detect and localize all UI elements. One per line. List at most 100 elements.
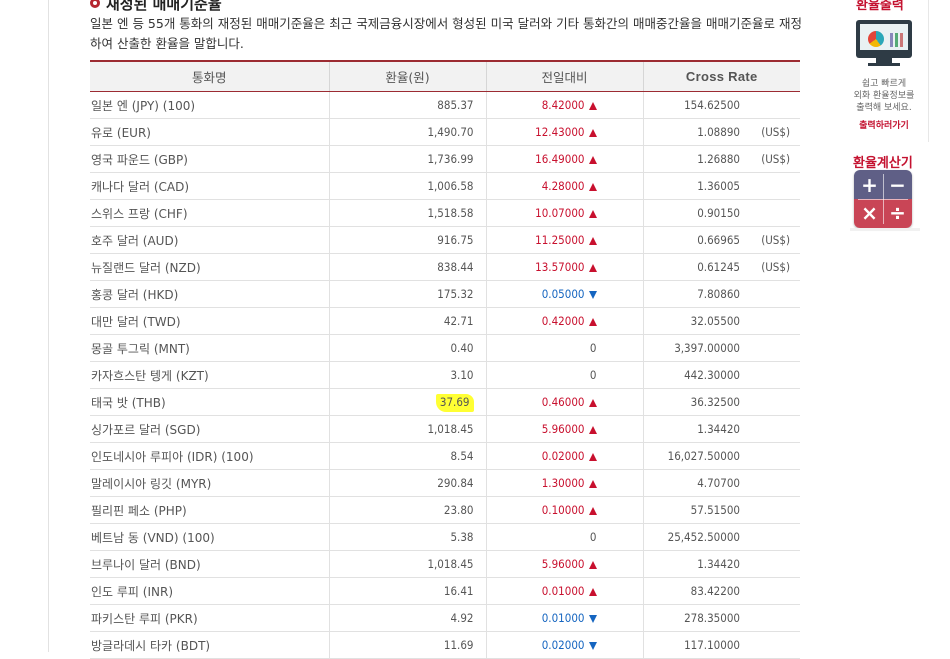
change-value: 1.30000 (541, 476, 585, 490)
change-value: 0.01000 (541, 584, 585, 598)
cross-rate: 4.70700 (642, 469, 800, 497)
cross-rate-value: 7.80860 (697, 287, 740, 301)
section-description: 일본 엔 등 55개 통화의 재정된 매매기준율은 최근 국제금융시장에서 형성… (90, 16, 802, 51)
table-row: 몽골 투그릭 (MNT) 0.40 0 3,397.00000 (90, 334, 800, 362)
change-cell: 8.42000 (485, 91, 643, 119)
arrow-down-icon (588, 641, 597, 650)
change-cell: 0.01000 (485, 577, 643, 605)
change-value: 5.96000 (541, 422, 585, 436)
exchange-rate: 0.40 (328, 334, 486, 362)
currency-name: 대만 달러 (TWD) (90, 307, 329, 335)
table-row: 캐나다 달러 (CAD) 1,006.58 4.28000 1.36005 (90, 172, 800, 200)
header-currency: 통화명 (90, 60, 329, 92)
change-cell: 0 (485, 334, 643, 362)
calculator-title[interactable]: 환율계산기 (853, 152, 913, 171)
rate-value: 916.75 (437, 233, 474, 247)
currency-name: 브루나이 달러 (BND) (90, 550, 329, 578)
exchange-rate: 8.54 (328, 442, 486, 470)
currency-name: 인도네시아 루피아 (IDR) (100) (90, 442, 329, 470)
change-value: 13.57000 (535, 260, 585, 274)
exchange-rate: 3.10 (328, 361, 486, 389)
table-row: 파키스탄 루피 (PKR) 4.92 0.01000 278.35000 (90, 604, 800, 632)
cross-rate: 7.80860 (642, 280, 800, 308)
calculator-icon[interactable]: + − × ÷ (854, 170, 912, 228)
change-cell: 0.10000 (485, 496, 643, 524)
cross-rate: 32.05500 (642, 307, 800, 335)
table-row: 베트남 동 (VND) (100) 5.38 0 25,452.50000 (90, 523, 800, 551)
arrow-up-icon (588, 479, 597, 488)
change-cell: 12.43000 (485, 118, 643, 146)
print-text-line: 쉽고 빠르게 (861, 79, 907, 89)
arrow-up-icon (588, 155, 597, 164)
pie-chart-icon (868, 31, 884, 47)
arrow-up-icon (588, 587, 597, 596)
rate-value: 8.54 (450, 449, 474, 463)
change-value: 0.05000 (541, 287, 585, 301)
currency-name: 베트남 동 (VND) (100) (90, 523, 329, 551)
cross-rate: 0.66965 (US$) (642, 226, 800, 254)
print-widget-link[interactable]: 출력하러가기 (846, 118, 922, 131)
rate-value: 0.40 (450, 341, 474, 355)
exchange-rate-table: 통화명 환율(원) 전일대비 Cross Rate 일본 엔 (JPY) (10… (90, 60, 800, 659)
print-text-line: 출력해 보세요. (856, 103, 912, 113)
highlighted-rate: 37.69 (435, 394, 474, 412)
cross-rate: 3,397.00000 (642, 334, 800, 362)
monitor-screen (860, 24, 908, 50)
calculator-shadow (850, 228, 920, 231)
cross-rate: 36.32500 (642, 388, 800, 416)
exchange-rate: 838.44 (328, 253, 486, 281)
exchange-rate: 23.80 (328, 496, 486, 524)
currency-name: 홍콩 달러 (HKD) (90, 280, 329, 308)
arrow-up-icon (588, 182, 597, 191)
table-row: 방글라데시 타카 (BDT) 11.69 0.02000 117.10000 (90, 631, 800, 659)
calculator-divider (858, 199, 908, 200)
change-value: 4.28000 (541, 179, 585, 193)
cross-rate: 83.42200 (642, 577, 800, 605)
exchange-rate: 37.69 (328, 388, 486, 416)
cross-rate-value: 1.34420 (697, 422, 740, 436)
arrow-down-icon (588, 614, 597, 623)
cross-rate: 0.90150 (642, 199, 800, 227)
cross-rate-value: 154.62500 (684, 98, 740, 112)
cross-rate: 57.51500 (642, 496, 800, 524)
monitor-print-icon[interactable] (856, 20, 912, 58)
cross-rate-value: 4.70700 (697, 476, 740, 490)
cross-rate: 1.34420 (642, 415, 800, 443)
currency-name: 파키스탄 루피 (PKR) (90, 604, 329, 632)
rate-value: 1,018.45 (427, 422, 474, 436)
table-row: 스위스 프랑 (CHF) 1,518.58 10.07000 0.90150 (90, 199, 800, 227)
change-cell: 10.07000 (485, 199, 643, 227)
exchange-rate: 885.37 (328, 91, 486, 119)
rate-value: 5.38 (450, 530, 474, 544)
table-row: 필리핀 페소 (PHP) 23.80 0.10000 57.51500 (90, 496, 800, 524)
bullet-icon (90, 0, 100, 8)
cross-rate: 278.35000 (642, 604, 800, 632)
arrow-up-icon (588, 506, 597, 515)
multiply-icon: × (861, 201, 878, 225)
exchange-rate: 4.92 (328, 604, 486, 632)
table-row: 뉴질랜드 달러 (NZD) 838.44 13.57000 0.61245 (US$) (90, 253, 800, 281)
rate-print-widget[interactable]: 환율출력 쉽고 빠르게 외화 환율정보를 출력해 보세요. 출력하러가기 (838, 0, 929, 142)
arrow-up-icon (588, 425, 597, 434)
change-cell: 0.01000 (485, 604, 643, 632)
exchange-rate: 175.32 (328, 280, 486, 308)
exchange-rate: 42.71 (328, 307, 486, 335)
change-value: 0.02000 (541, 449, 585, 463)
change-cell: 5.96000 (485, 550, 643, 578)
cross-rate-unit: (US$) (761, 260, 790, 274)
table-row: 영국 파운드 (GBP) 1,736.99 16.49000 1.26880 (US$) (90, 145, 800, 173)
cross-rate-value: 278.35000 (684, 611, 740, 625)
table-row: 홍콩 달러 (HKD) 175.32 0.05000 7.80860 (90, 280, 800, 308)
change-cell: 4.28000 (485, 172, 643, 200)
change-value: 0.02000 (541, 638, 585, 652)
table-body: 일본 엔 (JPY) (100) 885.37 8.42000 154.62500 유로… (90, 91, 800, 659)
rate-value: 3.10 (450, 368, 474, 382)
print-widget-title[interactable]: 환율출력 (856, 0, 904, 13)
change-cell: 16.49000 (485, 145, 643, 173)
rate-calculator-widget[interactable]: 환율계산기 + − × ÷ (850, 150, 920, 232)
print-text-line: 외화 환율정보를 (853, 91, 915, 101)
cross-rate-value: 16,027.50000 (667, 449, 740, 463)
change-value: 0.42000 (541, 314, 585, 328)
cross-rate-value: 83.42200 (690, 584, 740, 598)
currency-name: 호주 달러 (AUD) (90, 226, 329, 254)
